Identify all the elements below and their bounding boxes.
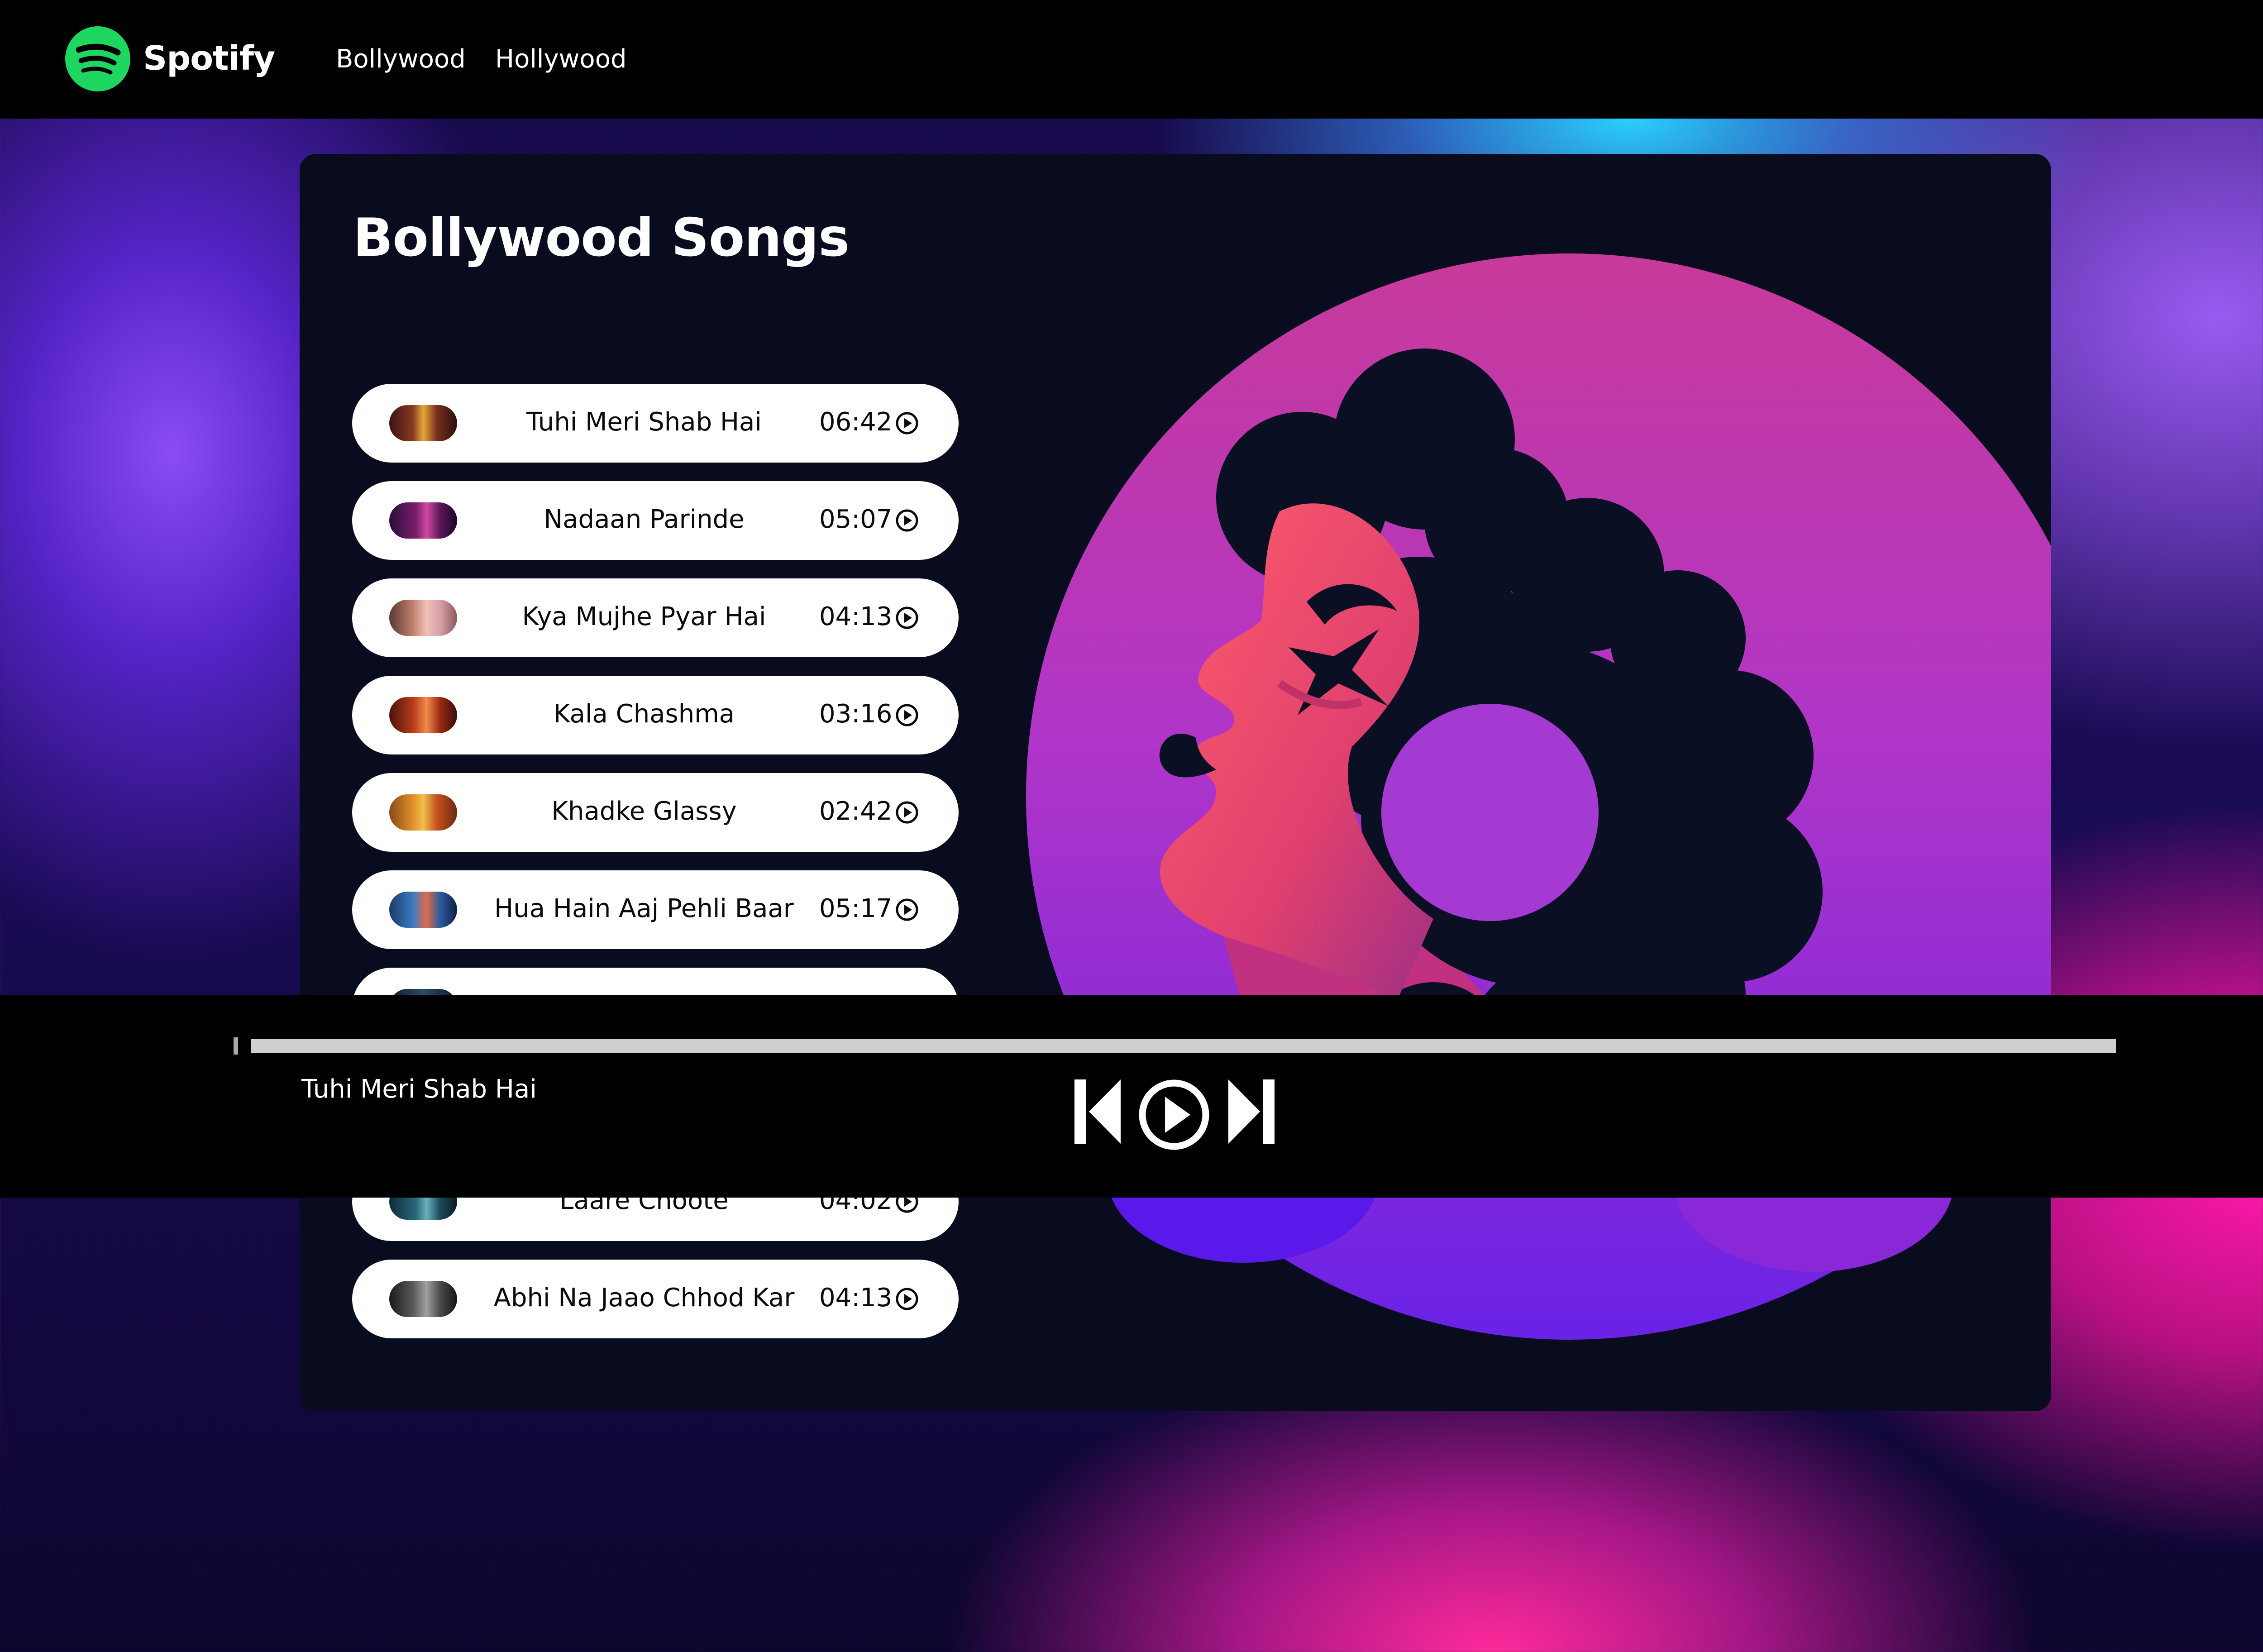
- song-title: Kya Mujhe Pyar Hai: [522, 602, 766, 631]
- play-circle-icon[interactable]: [894, 508, 920, 533]
- album-thumbnail: [389, 502, 457, 539]
- list-item[interactable]: Tuhi Meri Shab Hai 06:42: [352, 384, 959, 463]
- song-duration: 05:07: [819, 505, 893, 534]
- song-title: Kala Chashma: [553, 699, 735, 729]
- nav-link-bollywood[interactable]: Bollywood: [336, 44, 466, 74]
- song-title: Khadke Glassy: [551, 797, 737, 826]
- song-title: Nadaan Parinde: [544, 505, 745, 534]
- song-duration: 03:16: [819, 699, 893, 729]
- album-thumbnail: [389, 405, 457, 441]
- play-circle-icon[interactable]: [894, 702, 920, 728]
- brand-name[interactable]: Spotify: [143, 39, 275, 78]
- song-title: Tuhi Meri Shab Hai: [526, 407, 762, 437]
- list-item[interactable]: Nadaan Parinde 05:07: [352, 481, 959, 560]
- spotify-logo-icon[interactable]: [65, 26, 130, 91]
- play-circle-icon[interactable]: [894, 897, 920, 922]
- song-duration: 06:42: [819, 407, 893, 437]
- list-item[interactable]: Hua Hain Aaj Pehli Baar 05:17: [352, 870, 959, 949]
- headphones-girl-illustration: [1026, 253, 2051, 1340]
- nav-link-hollywood[interactable]: Hollywood: [495, 44, 627, 74]
- album-thumbnail: [389, 1281, 457, 1317]
- play-circle-icon[interactable]: [894, 411, 920, 436]
- page-title: Bollywood Songs: [353, 207, 850, 268]
- song-title: Hua Hain Aaj Pehli Baar: [494, 894, 794, 923]
- song-duration: 04:13: [819, 602, 893, 631]
- play-circle-icon[interactable]: [894, 1286, 920, 1312]
- navbar: Spotify Bollywood Hollywood: [0, 0, 2263, 119]
- play-circle-icon[interactable]: [894, 605, 920, 630]
- list-item[interactable]: Kya Mujhe Pyar Hai 04:13: [352, 578, 959, 657]
- song-duration: 02:42: [819, 797, 893, 826]
- play-circle-icon[interactable]: [894, 800, 920, 825]
- song-title: Abhi Na Jaao Chhod Kar: [493, 1283, 795, 1313]
- play-icon[interactable]: [1137, 1078, 1211, 1152]
- album-thumbnail: [389, 600, 457, 636]
- skip-forward-icon[interactable]: [1227, 1078, 1276, 1146]
- list-item[interactable]: Kala Chashma 03:16: [352, 676, 959, 754]
- skip-back-icon[interactable]: [1073, 1078, 1122, 1146]
- player-bar: Tuhi Meri Shab Hai: [0, 995, 2263, 1198]
- songs-panel: Bollywood Songs Tuhi Meri Shab Hai 06:42…: [300, 154, 2051, 1411]
- progress-bar[interactable]: [251, 1039, 2116, 1053]
- album-thumbnail: [389, 794, 457, 831]
- album-thumbnail: [389, 697, 457, 733]
- song-duration: 05:17: [819, 894, 893, 923]
- album-thumbnail: [389, 892, 457, 928]
- now-playing-title: Tuhi Meri Shab Hai: [301, 1074, 537, 1104]
- progress-handle[interactable]: [234, 1037, 238, 1055]
- song-duration: 04:13: [819, 1283, 893, 1313]
- list-item[interactable]: Abhi Na Jaao Chhod Kar 04:13: [352, 1260, 959, 1338]
- list-item[interactable]: Khadke Glassy 02:42: [352, 773, 959, 852]
